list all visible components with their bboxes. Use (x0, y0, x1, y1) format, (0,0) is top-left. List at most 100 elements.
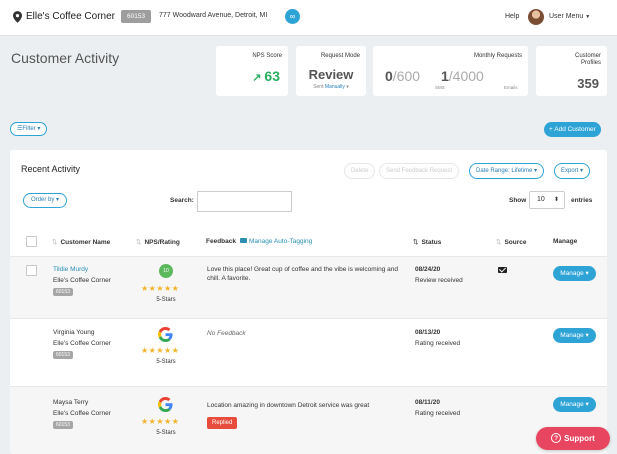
nps-rating-header-label: NPS/Rating (144, 239, 180, 246)
question-icon: ? (551, 433, 562, 443)
entries-select-value: 10 (537, 196, 545, 203)
manage-label: Manage (560, 270, 584, 277)
search-input[interactable] (197, 191, 292, 212)
activity-status: Review received (415, 277, 463, 284)
customer-name-link[interactable]: Maysa Terry (53, 399, 88, 406)
manage-label: Manage (560, 332, 584, 339)
manage-auto-tagging-link[interactable]: Manage Auto-Tagging (249, 238, 312, 245)
email-label: Emails (504, 85, 518, 90)
nps-score-value: ↗ 63 (252, 68, 280, 84)
customer-name-link[interactable]: Tildie Murdy (53, 266, 88, 273)
delete-button[interactable]: Delete (344, 163, 376, 179)
add-customer-button[interactable]: + Add Customer (544, 122, 601, 137)
customer-business: Elle's Coffee Corner (53, 340, 111, 347)
nps-score-number: 63 (264, 68, 280, 84)
sent-prefix: Sent (313, 84, 324, 90)
activity-status: Rating received (415, 340, 461, 347)
select-all-checkbox[interactable] (26, 236, 37, 247)
column-header-source[interactable]: ⇅ Source (496, 238, 527, 246)
nps-score-card: NPS Score ↗ 63 (216, 46, 288, 96)
customer-business-id: 60153 (53, 288, 73, 296)
email-icon (498, 267, 507, 273)
activity-date: 08/11/20 (415, 399, 440, 406)
location-name[interactable]: Elle's Coffee Corner (26, 11, 115, 22)
order-by-dropdown[interactable]: Order by ▾ (23, 193, 68, 208)
customer-business: Elle's Coffee Corner (53, 410, 111, 417)
column-header-manage: Manage (553, 238, 578, 245)
avatar[interactable] (528, 9, 544, 25)
request-mode-sent[interactable]: Sent Manually ▾ (296, 84, 366, 90)
request-mode-card: Request Mode Review Sent Manually ▾ (296, 46, 366, 96)
column-header-customer-name[interactable]: ⇅ Customer Name (52, 238, 110, 246)
tag-icon (240, 238, 247, 243)
feedback-text: Location amazing in downtown Detroit ser… (207, 402, 370, 409)
google-icon (158, 397, 173, 412)
updown-icon: ⬍ (553, 197, 559, 203)
entries-select[interactable]: 10 ⬍ (529, 191, 565, 209)
table-row: Tildie Murdy Elle's Coffee Corner 60153 … (10, 256, 607, 318)
sort-icon: ⇅ (52, 239, 58, 246)
search-label: Search: (170, 197, 194, 204)
help-link[interactable]: Help (505, 13, 519, 20)
recent-activity-card: Recent Activity Delete Send Feedback Req… (10, 150, 607, 454)
user-menu-label: User Menu (549, 13, 584, 20)
recent-activity-title: Recent Activity (21, 164, 81, 174)
feedback-text: Love this place! Great cup of coffee and… (207, 266, 399, 282)
export-label: Export (561, 168, 579, 174)
sort-icon: ⇅ (136, 239, 142, 246)
star-rating-label: 5-Stars (156, 359, 176, 365)
export-dropdown[interactable]: Export ▾ (554, 163, 591, 179)
google-icon (158, 327, 173, 342)
manage-button[interactable]: Manage ▾ (553, 328, 596, 343)
request-mode-value: Review (308, 67, 354, 82)
star-rating-label: 5-Stars (156, 297, 176, 303)
support-button[interactable]: ? Support (536, 427, 610, 450)
order-by-label: Order by (31, 197, 55, 203)
manage-button[interactable]: Manage ▾ (553, 397, 596, 412)
activity-status: Rating received (415, 410, 461, 417)
user-menu[interactable]: User Menu ▼ (549, 13, 590, 20)
nps-score-label: NPS Score (252, 53, 282, 59)
sort-icon: ⇅ (496, 239, 502, 246)
sms-requests: 0/600 (385, 68, 420, 84)
customer-name-link[interactable]: Virginia Young (53, 329, 94, 336)
row-checkbox[interactable] (26, 265, 37, 276)
date-range-dropdown[interactable]: Date Range: Lifetime ▾ (469, 163, 545, 179)
star-rating-label: 5-Stars (156, 430, 176, 436)
link-icon[interactable]: ∞ (285, 9, 300, 24)
trend-up-icon: ↗ (252, 72, 262, 84)
location-address: 777 Woodward Avenue, Detroit, MI (159, 12, 268, 19)
sms-label: SMS (435, 85, 445, 90)
sms-used: 0 (385, 68, 393, 84)
customer-profiles-card: Customer Profiles 359 (536, 46, 607, 96)
activity-date: 08/24/20 (415, 266, 441, 273)
feedback-text: No Feedback (207, 330, 246, 337)
top-bar: Elle's Coffee Corner 60153 777 Woodward … (0, 0, 617, 36)
sort-active-icon: ⇅ (413, 239, 419, 246)
email-requests: 1/4000 (441, 68, 484, 84)
profiles-label-line2: Profiles (580, 60, 601, 66)
location-id-badge: 60153 (121, 10, 152, 23)
column-header-status[interactable]: ⇅ Status (413, 238, 441, 246)
location-pin-icon (13, 11, 22, 23)
star-rating: ★★★★★ (141, 284, 180, 293)
manage-button[interactable]: Manage ▾ (553, 266, 596, 281)
activity-date: 08/13/20 (415, 329, 441, 336)
monthly-requests-card: Monthly Requests 0/600 SMS 1/4000 Emails (373, 46, 528, 96)
status-header-label: Status (421, 239, 442, 246)
column-header-feedback: Feedback Manage Auto-Tagging (206, 238, 312, 245)
replied-badge: Replied (207, 417, 238, 429)
send-feedback-request-button[interactable]: Send Feedback Request (379, 163, 460, 179)
filter-button[interactable]: ☰Filter ▾ (10, 122, 48, 136)
column-header-nps-rating[interactable]: ⇅ NPS/Rating (136, 238, 180, 246)
date-range-label: Date Range: Lifetime (476, 168, 533, 174)
entries-label: entries (571, 197, 593, 204)
sent-value: Manually (324, 84, 345, 90)
customer-business-id: 60153 (53, 351, 73, 359)
support-label: Support (564, 434, 595, 443)
table-row: Maysa Terry Elle's Coffee Corner 60153 ★… (10, 386, 607, 454)
request-mode-label: Request Mode (320, 53, 360, 59)
customer-profiles-label: Customer Profiles (575, 53, 601, 67)
customer-business: Elle's Coffee Corner (53, 277, 111, 284)
email-limit: /4000 (448, 68, 484, 84)
